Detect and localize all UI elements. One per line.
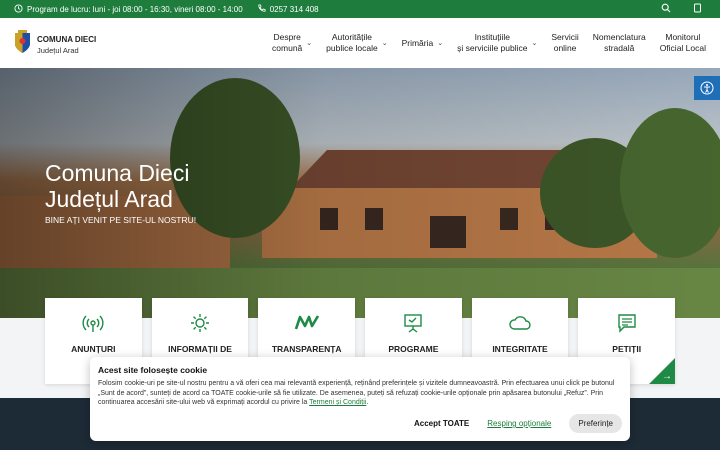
phone-icon (257, 3, 266, 15)
hero-title-line: Județul Arad (45, 186, 173, 212)
site-header: COMUNA DIECI Județul Arad Despre comună ⌄… (0, 18, 720, 68)
accessibility-button[interactable] (694, 76, 720, 100)
nav-label: Servicii (551, 32, 579, 42)
nav-item-nomenclatura[interactable]: Nomenclatura stradală (593, 32, 646, 54)
card-label: INTEGRITATE (492, 344, 548, 354)
phone-info[interactable]: 0257 314 408 (257, 3, 319, 15)
nav-item-monitorul[interactable]: Monitorul Oficial Local (660, 32, 706, 54)
card-arrow-link[interactable]: → (649, 358, 676, 384)
nav-item-despre-comuna[interactable]: Despre comună ⌄ (272, 32, 312, 54)
nav-label: comună (272, 43, 303, 53)
nav-label: Nomenclatura (592, 32, 646, 42)
document-icon[interactable] (693, 3, 702, 15)
main-navigation: Despre comună ⌄ Autoritățile publice local… (272, 18, 706, 68)
brand-title: COMUNA DIECI (37, 34, 97, 44)
nav-label: Despre (273, 32, 301, 42)
nav-label: Monitorul (665, 32, 701, 42)
cookie-banner: Acest site folosește cookie Folosim cook… (90, 357, 630, 441)
accept-all-button[interactable]: Accept TOATE (414, 419, 469, 428)
brand-subtitle: Județul Arad (37, 45, 79, 55)
arrow-right-icon: → (662, 371, 673, 382)
nav-label: Oficial Local (659, 43, 706, 53)
hero-title-line: Comuna Dieci (45, 160, 190, 186)
terms-link[interactable]: Termeni și Condiții (309, 399, 366, 406)
nav-item-institutii[interactable]: Instituțiile și serviciile publice ⌄ (457, 32, 537, 54)
chevron-down-icon: ⌄ (381, 39, 388, 47)
card-label: TRANSPARENȚA (271, 344, 342, 354)
broadcast-icon (82, 312, 104, 334)
nav-item-primaria[interactable]: Primăria ⌄ (402, 38, 444, 49)
card-label: INFORMAȚII DE (168, 344, 232, 354)
card-label: ANUNȚURI (71, 344, 116, 354)
nav-label: publice locale (326, 43, 378, 53)
accessibility-icon (700, 81, 714, 98)
chevron-down-icon: ⌄ (437, 39, 444, 47)
sun-icon (189, 312, 211, 334)
hero-subtitle: BINE AȚI VENIT PE SITE-UL NOSTRU! (45, 215, 197, 225)
card-label: PETIȚII (612, 344, 642, 354)
nav-item-servicii-online[interactable]: Servicii online (551, 32, 578, 54)
phone-number[interactable]: 0257 314 408 (270, 5, 319, 14)
nav-label: Instituțiile (474, 32, 510, 42)
schedule-info: Program de lucru: luni - joi 08:00 - 16:… (14, 3, 243, 15)
schedule-text: Program de lucru: luni - joi 08:00 - 16:… (27, 4, 243, 14)
message-icon (616, 312, 638, 334)
cookie-title: Acest site folosește cookie (98, 365, 208, 375)
nav-item-autoritati[interactable]: Autoritățile publice locale ⌄ (326, 32, 387, 54)
nav-label: online (553, 43, 577, 53)
reject-optional-button[interactable]: Resping opționale (487, 419, 551, 428)
nav-label: Autoritățile (331, 32, 373, 42)
clock-icon (14, 3, 23, 15)
nav-label: stradală (604, 43, 635, 53)
mv-icon (294, 312, 320, 334)
chevron-down-icon: ⌄ (531, 39, 538, 47)
search-icon[interactable] (661, 3, 671, 15)
nav-label: Primăria (401, 37, 434, 48)
hero-banner: Comuna Dieci Județul Arad BINE AȚI VENIT… (0, 68, 720, 318)
preferences-button[interactable]: Preferințe (569, 414, 622, 433)
top-bar: Program de lucru: luni - joi 08:00 - 16:… (0, 0, 720, 18)
cloud-icon (508, 312, 532, 334)
hero-title: Comuna Dieci Județul Arad (45, 160, 189, 212)
brand-logo-link[interactable]: COMUNA DIECI Județul Arad (14, 30, 96, 59)
card-label: PROGRAME (388, 344, 439, 354)
cookie-text: Folosim cookie-uri pe site-ul nostru pen… (98, 380, 615, 406)
chevron-down-icon: ⌄ (306, 39, 313, 47)
nav-label: și serviciile publice (457, 43, 528, 53)
coat-of-arms-icon (14, 30, 31, 59)
easel-icon (402, 312, 424, 334)
